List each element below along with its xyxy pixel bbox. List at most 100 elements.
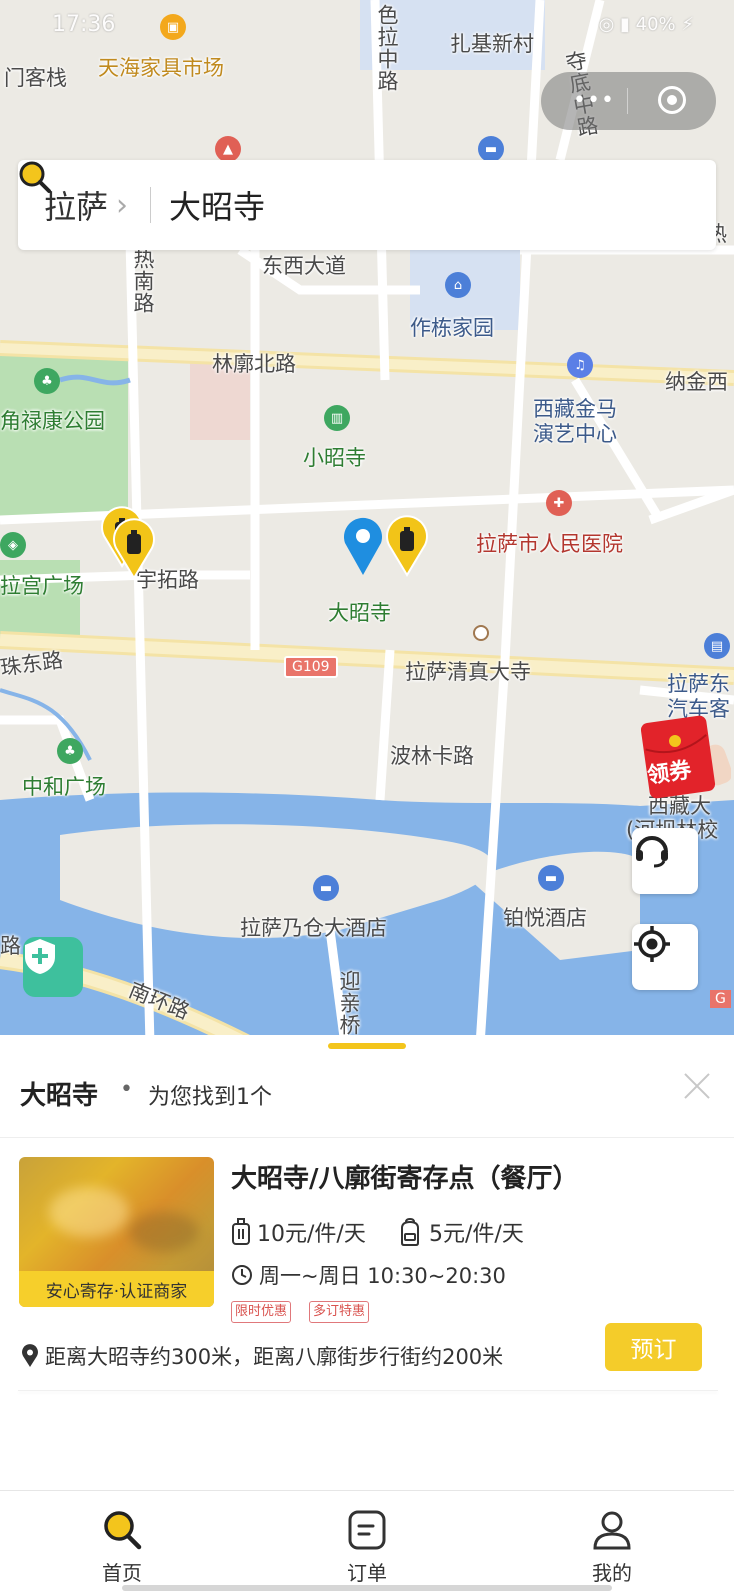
hotel-icon: ▬ xyxy=(313,875,339,901)
luggage-pin-icon[interactable] xyxy=(110,518,158,580)
backpack-icon xyxy=(401,1218,419,1246)
status-time: 17:36 xyxy=(52,12,116,37)
residence-icon: ⌂ xyxy=(445,272,471,298)
map-label: 天海家具市场 xyxy=(98,56,224,80)
search-input[interactable]: 大昭寺 xyxy=(169,182,265,228)
divider xyxy=(18,1390,718,1391)
plaza-icon: ◈ xyxy=(0,532,26,558)
store-name: 大昭寺/八廓街寄存点（餐厅） xyxy=(231,1164,579,1194)
locate-button[interactable] xyxy=(632,924,698,990)
price-large-row: 10元/件/天 xyxy=(231,1216,366,1248)
map-label: 小昭寺 xyxy=(303,446,366,470)
search-divider xyxy=(150,187,152,223)
school-icon: ▲ xyxy=(215,136,241,162)
tab-label: 我的 xyxy=(592,1561,632,1585)
map-label: 演艺中心 xyxy=(533,422,617,446)
price-small: 5元/件/天 xyxy=(429,1222,524,1247)
map-label: 作栋家园 xyxy=(410,316,494,340)
price-small-row: 5元/件/天 xyxy=(397,1216,524,1248)
home-indicator xyxy=(122,1585,612,1591)
map-label: 热南路 xyxy=(131,248,155,314)
close-icon[interactable] xyxy=(680,1069,714,1103)
opening-hours: 周一~周日 10:30~20:30 xyxy=(259,1264,506,1288)
highway-shield: G109 xyxy=(284,656,338,678)
tab-home[interactable]: 首页 xyxy=(0,1491,244,1591)
capsule-divider xyxy=(627,88,628,114)
hotel-icon-2: ▬ xyxy=(538,865,564,891)
tab-bar: 首页 订单 我的 xyxy=(0,1490,734,1591)
map-view[interactable]: ▣ ⌂ ♫ ♣ ▥ ✚ ◈ ♣ ▬ ▬ ▤ ▲ ▬ 门客栈 天海家具市场 扎基新… xyxy=(0,0,734,1045)
search-bar[interactable]: 拉萨 › 大昭寺 xyxy=(18,160,716,250)
map-label: 中和广场 xyxy=(22,775,106,799)
results-sheet: 大昭寺 • 为您找到1个 安心寄存·认证商家 大昭寺/八廓街寄存点（餐厅） 10… xyxy=(0,1035,734,1495)
sheet-separator-dot: • xyxy=(120,1077,133,1102)
tab-label: 订单 xyxy=(347,1561,387,1585)
map-label: 门客栈 xyxy=(4,66,67,90)
hotel-icon-3: ▬ xyxy=(478,136,504,162)
close-miniprogram-icon[interactable] xyxy=(658,86,686,114)
price-large: 10元/件/天 xyxy=(257,1222,366,1247)
distance-text: 距离大昭寺约300米，距离八廓街步行街约200米 xyxy=(45,1345,504,1369)
bus-icon: ▤ xyxy=(704,633,730,659)
coupon-label: 领券 xyxy=(645,758,693,789)
search-icon xyxy=(19,161,51,193)
map-label: 路 xyxy=(0,934,21,958)
profile-icon xyxy=(593,1511,631,1550)
book-button[interactable]: 预订 xyxy=(605,1323,702,1371)
map-label: 角禄康公园 xyxy=(0,409,105,433)
park-icon-2: ♣ xyxy=(57,738,83,764)
store-thumbnail: 安心寄存·认证商家 xyxy=(19,1157,214,1307)
search-icon xyxy=(104,1511,142,1550)
park-icon: ♣ xyxy=(34,368,60,394)
shield-plus-icon xyxy=(25,939,55,974)
map-label: 大昭寺 xyxy=(328,601,391,625)
app-root: ▣ ⌂ ♫ ♣ ▥ ✚ ◈ ♣ ▬ ▬ ▤ ▲ ▬ 门客栈 天海家具市场 扎基新… xyxy=(0,0,734,1591)
customer-service-button[interactable] xyxy=(632,828,698,894)
market-icon: ▣ xyxy=(160,14,186,40)
map-label: 铂悦酒店 xyxy=(503,906,587,930)
map-label: 拉宫广场 xyxy=(0,574,84,598)
chevron-right-icon: › xyxy=(116,187,129,223)
tag-limited-offer: 限时优惠 xyxy=(231,1301,292,1323)
coupon-button[interactable]: 领券 xyxy=(641,715,731,805)
location-icon xyxy=(22,1344,38,1367)
mosque-dot-icon xyxy=(473,625,489,641)
locate-icon xyxy=(634,926,670,962)
insurance-button[interactable] xyxy=(23,937,83,997)
map-label: 扎基新村 xyxy=(450,32,534,56)
map-label: 色拉中路 xyxy=(375,4,399,92)
music-icon: ♫ xyxy=(567,352,593,378)
distance-row: 距离大昭寺约300米，距离八廓街步行街约200米 xyxy=(21,1341,503,1371)
map-label: 拉萨市人民医院 xyxy=(476,532,623,556)
hours-row: 周一~周日 10:30~20:30 xyxy=(231,1260,506,1290)
more-icon[interactable]: ••• xyxy=(573,90,615,112)
hospital-icon: ✚ xyxy=(546,490,572,516)
tab-orders[interactable]: 订单 xyxy=(245,1491,489,1591)
map-label: 波林卡路 xyxy=(390,744,474,768)
map-label: 拉萨清真大寺 xyxy=(405,660,531,684)
tab-label: 首页 xyxy=(102,1561,142,1585)
clock-icon xyxy=(232,1265,252,1285)
map-label: 东西大道 xyxy=(262,254,346,278)
map-label: 迎亲桥 xyxy=(337,970,361,1036)
map-label: 拉萨乃仓大酒店 xyxy=(240,916,387,940)
luggage-pin-icon[interactable] xyxy=(383,515,431,577)
sheet-handle[interactable] xyxy=(328,1043,406,1049)
map-label: 林廓北路 xyxy=(212,352,296,376)
highway-shield: G xyxy=(710,990,731,1008)
order-icon xyxy=(348,1510,386,1550)
result-count: 为您找到1个 xyxy=(148,1085,272,1110)
temple-icon: ▥ xyxy=(324,405,350,431)
city-selector[interactable]: 拉萨 xyxy=(44,182,108,228)
headset-icon xyxy=(636,836,668,868)
location-pin-icon[interactable] xyxy=(341,515,385,577)
suitcase-icon xyxy=(232,1218,250,1245)
certified-badge: 安心寄存·认证商家 xyxy=(19,1271,214,1307)
miniprogram-capsule: ••• xyxy=(541,72,716,130)
sheet-title: 大昭寺 xyxy=(20,1081,99,1111)
status-indicators: ◎ ▮ 40% ⚡ xyxy=(598,14,694,35)
map-label: 纳金西 xyxy=(665,370,728,394)
tag-multi-order-offer: 多订特惠 xyxy=(309,1301,370,1323)
result-card[interactable]: 安心寄存·认证商家 大昭寺/八廓街寄存点（餐厅） 10元/件/天 5元/件/天 … xyxy=(0,1138,734,1391)
tab-profile[interactable]: 我的 xyxy=(490,1491,734,1591)
